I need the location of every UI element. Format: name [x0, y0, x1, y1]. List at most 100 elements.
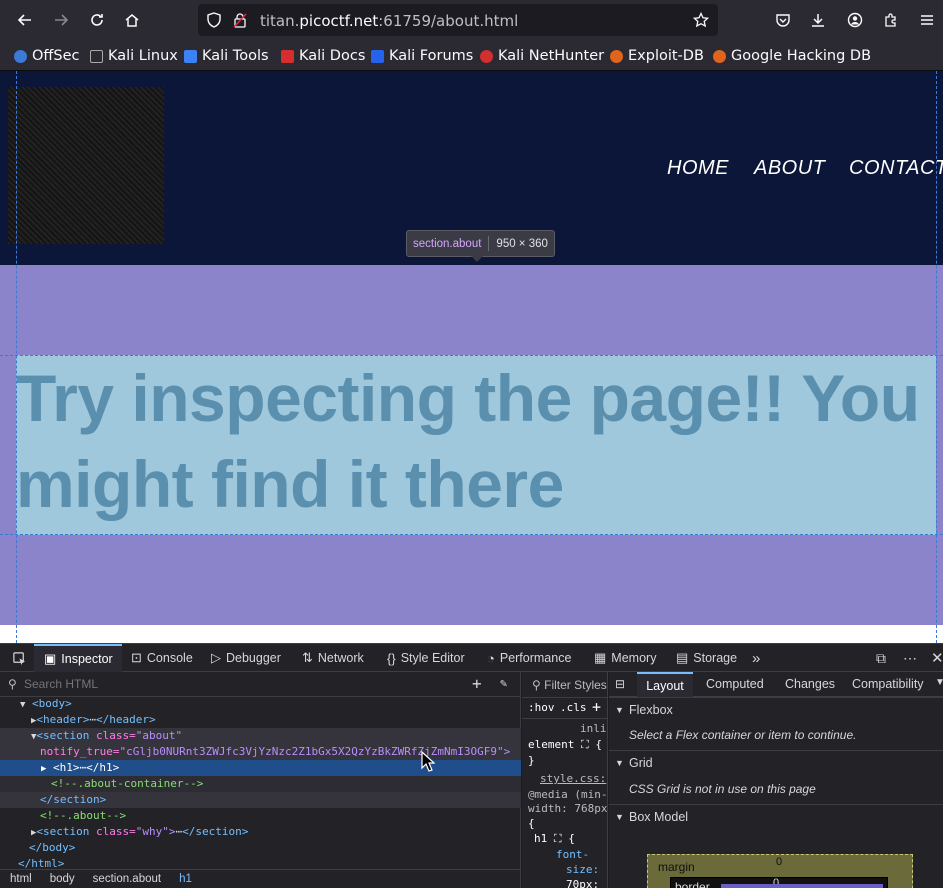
- search-html-input[interactable]: [24, 677, 444, 691]
- tab-style-editor[interactable]: {} Style Editor: [387, 644, 465, 672]
- bookmarks-toolbar: OffSec Kali Linux Kali Tools Kali Docs K…: [0, 40, 943, 71]
- tab-performance[interactable]: ◔ Performance: [487, 644, 571, 672]
- bookmark-exploit-db[interactable]: Exploit-DB: [610, 46, 704, 66]
- cls-toggle[interactable]: .cls: [560, 701, 587, 714]
- back-button[interactable]: [11, 6, 39, 34]
- close-devtools-icon[interactable]: ✕: [931, 644, 943, 672]
- extensions-icon[interactable]: [877, 6, 905, 34]
- tab-changes[interactable]: Changes: [785, 672, 835, 697]
- markup-line[interactable]: <!--.about-container-->: [0, 776, 521, 792]
- markup-line[interactable]: ▶<header>⋯</header>: [0, 712, 521, 728]
- margin-top-value[interactable]: 0: [776, 856, 782, 868]
- breadcrumb-h1[interactable]: h1: [169, 873, 200, 885]
- markup-line[interactable]: </body>: [0, 840, 521, 856]
- more-tabs-icon[interactable]: »: [752, 644, 760, 672]
- breadcrumb-section[interactable]: section.about: [83, 873, 169, 885]
- markup-line[interactable]: ▶<section class="why">⋯</section>: [0, 824, 521, 840]
- nav-contact-link[interactable]: CONTACT: [849, 157, 943, 180]
- nav-home-link[interactable]: HOME: [667, 157, 729, 180]
- nethunter-icon: [480, 49, 493, 63]
- tab-computed[interactable]: Computed: [706, 672, 764, 697]
- kali-tools-icon: [184, 49, 197, 63]
- tooltip-divider: [488, 236, 490, 251]
- markup-line[interactable]: notify_true="cGljb0NURnt3ZWJfc3VjYzNzc2Z…: [0, 744, 521, 760]
- forward-button[interactable]: [47, 6, 75, 34]
- box-model-section-header[interactable]: ▼ Box Model: [609, 804, 943, 829]
- browser-toolbar: titan.picoctf.net:61759/about.html: [0, 0, 943, 40]
- markup-line[interactable]: <!--.about-->: [0, 808, 521, 824]
- dock-options-icon[interactable]: ⧉: [876, 644, 886, 672]
- offsec-icon: [14, 49, 27, 63]
- performance-icon: ◔: [487, 650, 495, 666]
- exploit-db-icon: [610, 49, 623, 63]
- box-model-margin[interactable]: margin 0 border 0: [647, 854, 913, 888]
- account-icon[interactable]: [841, 6, 869, 34]
- media-query: @media (min-: [528, 788, 608, 801]
- border-label: border: [675, 880, 710, 888]
- tooltip-selector: section.about: [413, 237, 482, 250]
- about-section: Try inspecting the page!! You might find…: [0, 265, 943, 625]
- guide-line: [16, 71, 17, 643]
- box-model-border[interactable]: border 0: [670, 877, 888, 888]
- tab-network[interactable]: ⇅ Network: [302, 644, 364, 672]
- eyedropper-icon[interactable]: ✎: [500, 676, 507, 690]
- url-text: titan.picoctf.net:61759/about.html: [260, 12, 519, 30]
- filter-styles-input[interactable]: ⚲ Filter Styles: [532, 678, 607, 692]
- bookmark-kali-docs[interactable]: Kali Docs: [281, 46, 365, 66]
- hov-toggle[interactable]: :hov: [528, 701, 555, 714]
- breadcrumb-html[interactable]: html: [0, 873, 40, 885]
- rule-close: }: [528, 754, 535, 767]
- tab-compatibility[interactable]: Compatibility: [852, 672, 924, 697]
- tab-console[interactable]: ⊡ Console: [131, 644, 193, 672]
- bookmark-star-icon[interactable]: [693, 12, 709, 28]
- rule-property[interactable]: font-: [556, 848, 589, 861]
- bookmark-google-hacking-db[interactable]: Google Hacking DB: [713, 46, 871, 66]
- kali-forums-icon: [371, 49, 384, 63]
- tab-debugger[interactable]: ▷ Debugger: [211, 644, 281, 672]
- tab-layout[interactable]: Layout: [637, 672, 693, 697]
- menu-icon[interactable]: [913, 6, 941, 34]
- mouse-cursor-icon: [421, 751, 435, 772]
- add-rule-icon[interactable]: +: [592, 698, 601, 716]
- insecure-lock-icon[interactable]: [232, 12, 248, 28]
- shield-icon[interactable]: [206, 12, 222, 28]
- downloads-icon[interactable]: [804, 6, 832, 34]
- media-width: width: 768px: [528, 802, 608, 815]
- markup-line[interactable]: ▼ <body>: [0, 696, 521, 712]
- tab-inspector[interactable]: ▣ Inspector: [34, 644, 122, 672]
- add-node-icon[interactable]: +: [472, 674, 482, 693]
- devtools-menu-icon[interactable]: ⋯: [903, 644, 917, 672]
- breadcrumb-body[interactable]: body: [40, 873, 83, 885]
- rule-property-cont[interactable]: size:: [566, 863, 599, 876]
- toggle-sidebar-icon[interactable]: ⊟: [615, 677, 625, 691]
- stylesheet-link[interactable]: style.css:: [540, 772, 606, 785]
- bookmark-kali-tools[interactable]: Kali Tools: [184, 46, 269, 66]
- home-button[interactable]: [118, 6, 146, 34]
- element-tooltip: section.about 950 × 360: [406, 230, 555, 262]
- url-bar[interactable]: titan.picoctf.net:61759/about.html: [198, 4, 718, 36]
- more-sidebar-tabs-icon[interactable]: ▼: [935, 677, 943, 688]
- about-heading: Try inspecting the page!! You might find…: [16, 361, 920, 521]
- tab-memory[interactable]: ▦ Memory: [594, 644, 656, 672]
- rule-value[interactable]: 70px;: [566, 878, 599, 888]
- devtools-tabbar: ▣ Inspector ⊡ Console ▷ Debugger ⇅ Network {…: [0, 643, 943, 672]
- nav-about-link[interactable]: ABOUT: [754, 157, 825, 180]
- markup-line[interactable]: ▼<section class="about": [0, 728, 521, 744]
- box-model-padding[interactable]: [721, 884, 883, 888]
- page-viewport: HOME ABOUT CONTACT Try inspecting the pa…: [0, 71, 943, 643]
- bookmark-kali-forums[interactable]: Kali Forums: [371, 46, 473, 66]
- bookmark-kali-nethunter[interactable]: Kali NetHunter: [480, 46, 604, 66]
- pocket-icon[interactable]: [769, 6, 797, 34]
- rules-panel: ⚲ Filter Styles :hov .cls + inli element…: [522, 672, 608, 888]
- flexbox-section-header[interactable]: ▼ Flexbox: [609, 697, 943, 722]
- bookmark-offsec[interactable]: OffSec: [14, 46, 80, 66]
- tab-storage[interactable]: ▤ Storage: [676, 644, 737, 672]
- grid-section-header[interactable]: ▼ Grid: [609, 750, 943, 775]
- element-picker-icon[interactable]: [6, 644, 32, 672]
- markup-line-selected[interactable]: ▶ <h1>⋯</h1>: [0, 760, 521, 776]
- markup-line[interactable]: </section>: [0, 792, 521, 808]
- reload-button[interactable]: [83, 6, 111, 34]
- site-logo[interactable]: [8, 87, 164, 244]
- memory-icon: ▦: [594, 650, 607, 665]
- bookmark-kali-linux[interactable]: Kali Linux: [90, 46, 178, 66]
